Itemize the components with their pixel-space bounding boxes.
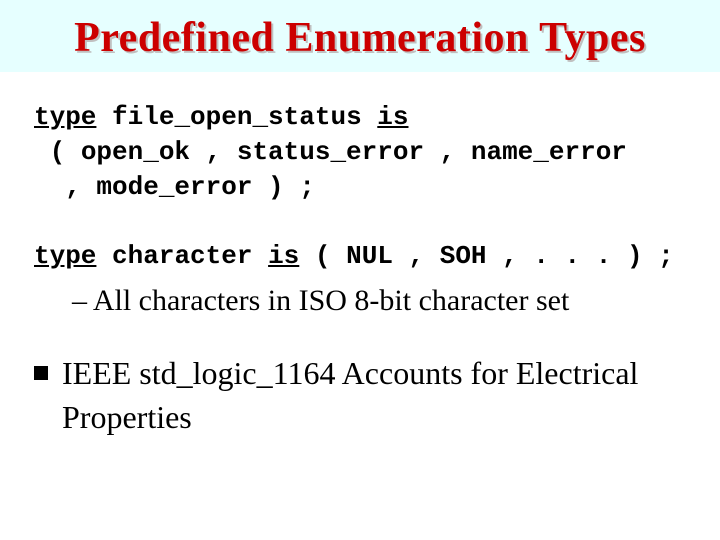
square-bullet-icon	[34, 366, 48, 380]
page-title: Predefined Enumeration Types	[74, 15, 646, 61]
main-bullet: IEEE std_logic_1164 Accounts for Electri…	[34, 352, 686, 438]
type-name-text: file_open_status	[112, 102, 362, 132]
code-block-2: type character is ( NUL , SOH , . . . ) …	[34, 239, 686, 274]
code-block-1: type file_open_status is ( open_ok , sta…	[34, 100, 686, 205]
keyword-is: is	[268, 241, 299, 271]
code-text: ( NUL , SOH , . . . ) ;	[315, 241, 674, 271]
sub-bullet: – All characters in ISO 8-bit character …	[72, 284, 686, 318]
main-bullet-text: IEEE std_logic_1164 Accounts for Electri…	[62, 352, 686, 438]
code-line: type file_open_status is	[34, 100, 686, 135]
title-bar: Predefined Enumeration Types	[0, 0, 720, 72]
code-text: ( open_ok , status_error , name_error	[50, 137, 627, 167]
keyword-is: is	[377, 102, 408, 132]
code-line: ( open_ok , status_error , name_error	[34, 135, 686, 170]
type-name-text: character	[112, 241, 252, 271]
code-text: , mode_error ) ;	[65, 172, 315, 202]
content-area: type file_open_status is ( open_ok , sta…	[0, 72, 720, 439]
keyword-type: type	[34, 102, 96, 132]
keyword-type: type	[34, 241, 96, 271]
code-line: , mode_error ) ;	[34, 170, 686, 205]
